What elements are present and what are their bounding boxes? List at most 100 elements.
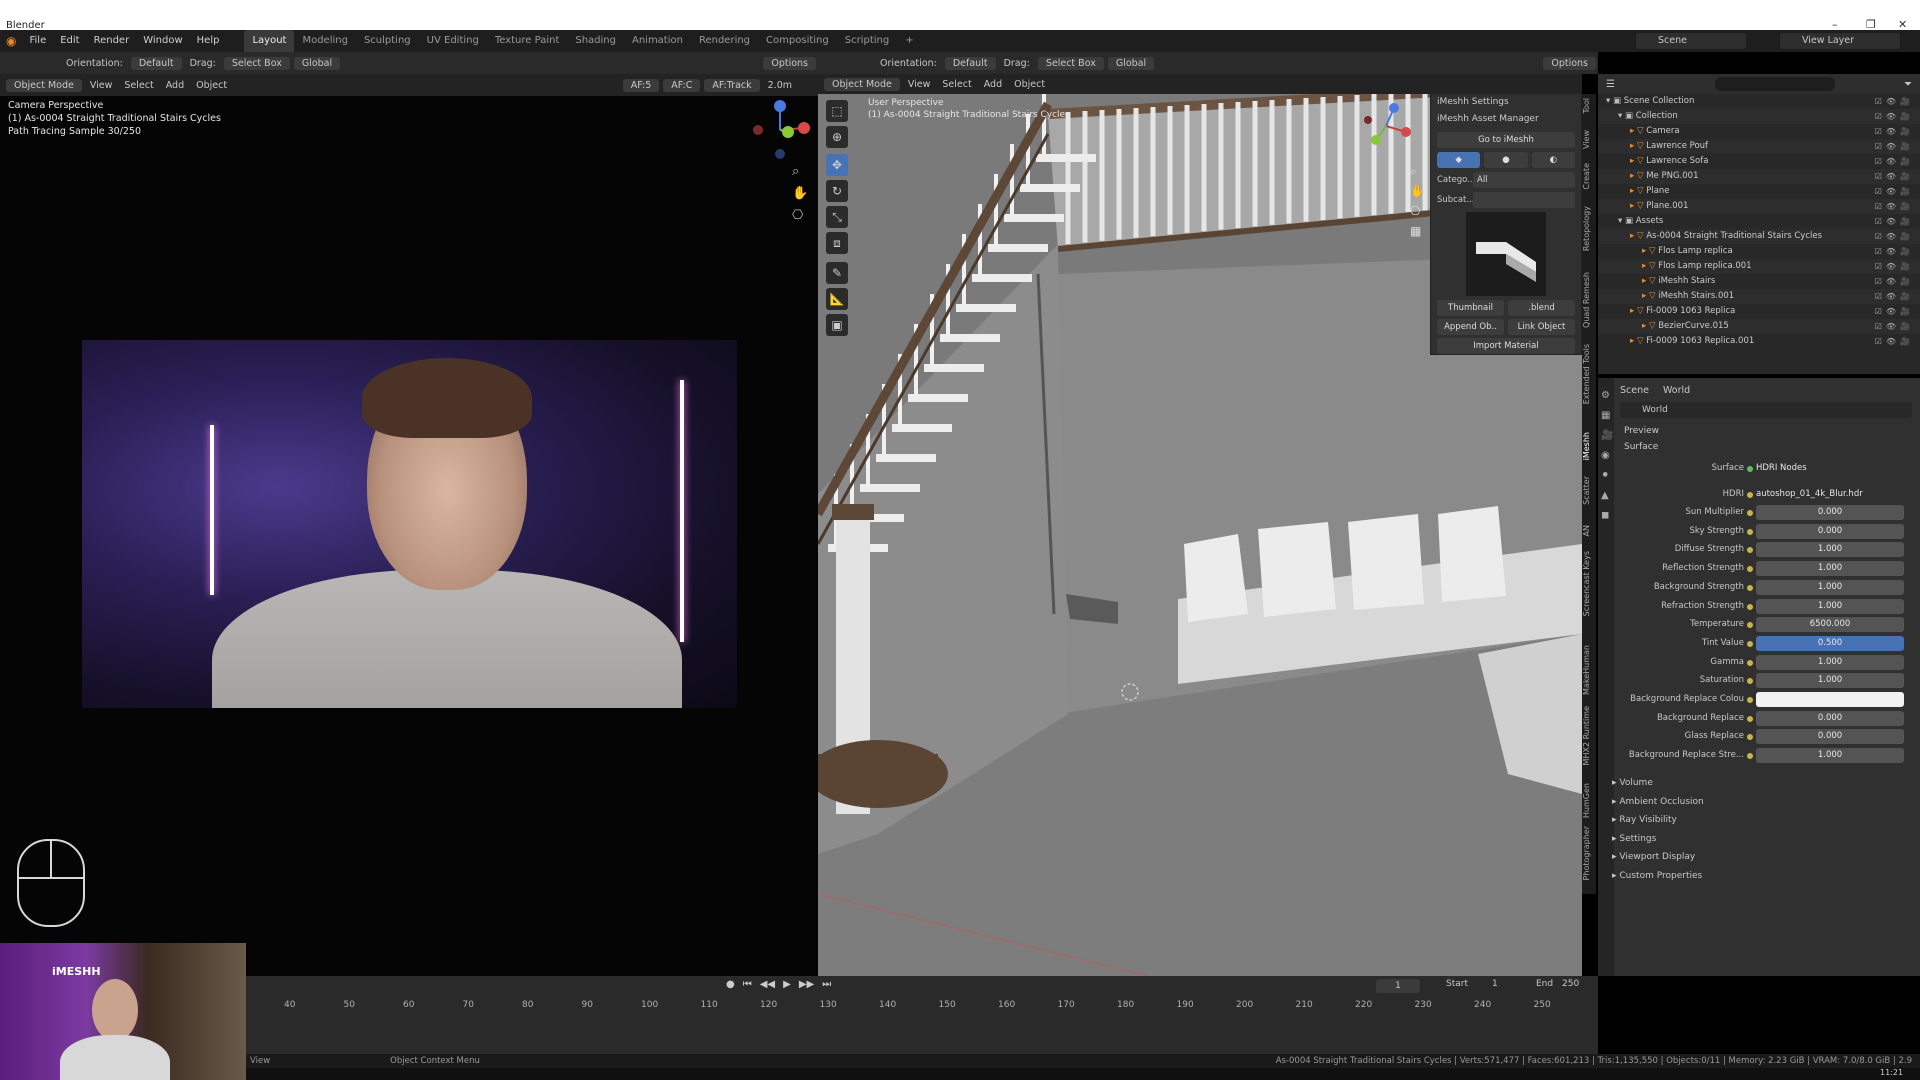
visibility-toggle-icon[interactable]: ☑👁🎥 (1875, 259, 1914, 274)
world-datablock[interactable]: World (1620, 402, 1912, 418)
property-value-field[interactable]: 1.000 (1756, 748, 1904, 764)
sidebar-tab[interactable]: Create (1582, 163, 1596, 190)
outliner-item[interactable]: ▸ ▽ Flos Lamp replica ☑👁🎥 (1598, 244, 1920, 259)
visibility-toggle-icon[interactable]: ☑👁🎥 (1875, 244, 1914, 259)
sidebar-tab[interactable]: Extended Tools (1582, 344, 1596, 404)
scene-tab[interactable]: Scene (1620, 385, 1649, 396)
collapsed-section[interactable]: ▸ Settings (1612, 834, 1656, 844)
tab-layout[interactable]: Layout (244, 30, 295, 52)
link-object-button[interactable]: Link Object (1508, 319, 1575, 335)
outliner-editor-icon[interactable]: ☰ (1606, 79, 1615, 90)
select-box-tool[interactable]: ⬚ (826, 100, 848, 122)
select-menu[interactable]: Select (118, 80, 159, 91)
visibility-toggle-icon[interactable]: ☑👁🎥 (1875, 334, 1914, 349)
mode-dropdown[interactable]: Object Mode (6, 78, 82, 92)
surface-value[interactable]: HDRI Nodes (1756, 461, 1904, 476)
orientation-dropdown-right[interactable]: Default (944, 56, 996, 70)
outliner-item[interactable]: ▸ ▽ BezierCurve.015 ☑👁🎥 (1598, 319, 1920, 334)
outliner-item[interactable]: ▸ ▽ As-0004 Straight Traditional Stairs … (1598, 229, 1920, 244)
transform-orientation-dropdown[interactable]: Global (293, 56, 341, 70)
options-dropdown[interactable]: Options (763, 56, 816, 70)
tab-texture-paint[interactable]: Texture Paint (487, 30, 568, 52)
sidebar-tab[interactable]: Quad Remesh (1582, 272, 1596, 328)
imeshh-hdri-tab[interactable]: ◐ (1531, 152, 1575, 168)
visibility-toggle-icon[interactable]: ☑👁🎥 (1875, 319, 1914, 334)
sidebar-tab[interactable]: MakeHuman (1582, 645, 1596, 695)
outliner-item[interactable]: ▸ ▽ Plane ☑👁🎥 (1598, 184, 1920, 199)
property-value-field[interactable]: 1.000 (1756, 579, 1904, 595)
view-menu[interactable]: View (84, 80, 119, 91)
menu-window[interactable]: Window (136, 30, 189, 52)
outliner-item[interactable]: ▸ ▽ Fi-0009 1063 Replica ☑👁🎥 (1598, 304, 1920, 319)
cursor-tool[interactable]: ⊕ (826, 126, 848, 148)
move-tool[interactable]: ✥ (826, 154, 848, 176)
tab-sculpting[interactable]: Sculpting (356, 30, 419, 52)
goto-imeshh-button[interactable]: Go to iMeshh (1437, 132, 1575, 148)
outliner-item[interactable]: ▾ ▣ Collection ☑👁🎥 (1598, 109, 1920, 124)
asset-thumbnail[interactable] (1466, 212, 1546, 296)
object-menu[interactable]: Object (190, 80, 233, 91)
sidebar-tab[interactable]: iMeshh (1582, 432, 1596, 460)
sidebar-tab[interactable]: View (1582, 130, 1596, 149)
end-frame-field[interactable]: 250 (1562, 979, 1579, 989)
af5-button[interactable]: AF:5 (622, 78, 660, 92)
property-value-field[interactable]: 0.000 (1756, 523, 1904, 539)
visibility-toggle-icon[interactable]: ☑👁🎥 (1875, 139, 1914, 154)
property-value-field[interactable]: 1.000 (1756, 654, 1904, 670)
sidebar-tab[interactable]: MHX2 Runtime (1582, 706, 1596, 765)
select-menu-right[interactable]: Select (936, 79, 977, 90)
filter-icon[interactable]: ⏷ (1904, 79, 1912, 90)
add-menu-right[interactable]: Add (978, 79, 1008, 90)
view-menu-right[interactable]: View (902, 79, 937, 90)
transform-orientation-dropdown-right[interactable]: Global (1107, 56, 1155, 70)
preview-section[interactable]: Preview (1624, 426, 1659, 436)
outliner-item[interactable]: ▸ ▽ iMeshh Stairs ☑👁🎥 (1598, 274, 1920, 289)
category-dropdown[interactable]: All (1473, 172, 1575, 188)
property-value-field[interactable]: 1.000 (1756, 561, 1904, 577)
zoom-icon-right[interactable]: ⌕ (1410, 164, 1417, 179)
imeshh-settings-header[interactable]: iMeshh Settings (1431, 94, 1581, 111)
orientation-dropdown[interactable]: Default (130, 56, 182, 70)
jump-end-button[interactable]: ⏭ (822, 979, 831, 990)
property-value-field[interactable] (1756, 692, 1904, 707)
pan-hand-icon[interactable]: ✋ (792, 186, 808, 201)
sidebar-tab[interactable]: Tool (1582, 98, 1596, 114)
outliner-item[interactable]: ▸ ▽ Lawrence Sofa ☑👁🎥 (1598, 154, 1920, 169)
drag-dropdown-right[interactable]: Select Box (1037, 56, 1104, 70)
add-menu[interactable]: Add (160, 80, 190, 91)
property-value-field[interactable]: 1.000 (1756, 542, 1904, 558)
outliner-item[interactable]: ▸ ▽ iMeshh Stairs.001 ☑👁🎥 (1598, 289, 1920, 304)
outliner-search-input[interactable] (1714, 77, 1835, 91)
sidebar-tab[interactable]: Photographer (1582, 826, 1596, 880)
visibility-toggle-icon[interactable]: ☑👁🎥 (1875, 169, 1914, 184)
next-keyframe-button[interactable]: ▶▶ (799, 979, 814, 990)
imeshh-materials-tab[interactable]: ● (1484, 152, 1528, 168)
timeline[interactable]: ● ⏮ ◀◀ ▶ ▶▶ ⏭ 1 Start 1 End 250 40 50 60 70… (246, 976, 1598, 1060)
rotate-tool[interactable]: ↻ (826, 180, 848, 202)
tab-scripting[interactable]: Scripting (837, 30, 897, 52)
options-dropdown-right[interactable]: Options (1543, 56, 1596, 70)
object-menu-right[interactable]: Object (1008, 79, 1051, 90)
property-value-field[interactable]: 0.000 (1756, 505, 1904, 520)
tab-shading[interactable]: Shading (567, 30, 624, 52)
visibility-toggle-icon[interactable]: ☑👁🎥 (1875, 229, 1914, 244)
visibility-toggle-icon[interactable]: ☑👁🎥 (1875, 304, 1914, 319)
menu-help[interactable]: Help (190, 30, 227, 52)
collapsed-section[interactable]: ▸ Custom Properties (1612, 871, 1702, 881)
imeshh-models-tab[interactable]: ◆ (1437, 152, 1481, 168)
outliner-item[interactable]: ▸ ▽ Plane.001 ☑👁🎥 (1598, 199, 1920, 214)
tab-compositing[interactable]: Compositing (758, 30, 837, 52)
visibility-toggle-icon[interactable]: ☑👁🎥 (1875, 199, 1914, 214)
tab-animation[interactable]: Animation (624, 30, 691, 52)
property-value-field[interactable]: 0.000 (1756, 710, 1904, 726)
sidebar-tab[interactable]: Retopology (1582, 206, 1596, 251)
view-layer-selector[interactable]: View Layer (1780, 33, 1900, 49)
surface-section[interactable]: Surface (1624, 442, 1658, 452)
collapsed-section[interactable]: ▸ Viewport Display (1612, 852, 1695, 862)
property-value-field[interactable]: 1.000 (1756, 673, 1904, 689)
collapsed-section[interactable]: ▸ Ray Visibility (1612, 815, 1677, 825)
measure-tool[interactable]: 📐 (826, 288, 848, 310)
sidebar-tab[interactable]: Scatter (1582, 476, 1596, 505)
world-tab[interactable]: World (1663, 385, 1690, 396)
navigation-gizmo-right[interactable] (1358, 98, 1414, 158)
